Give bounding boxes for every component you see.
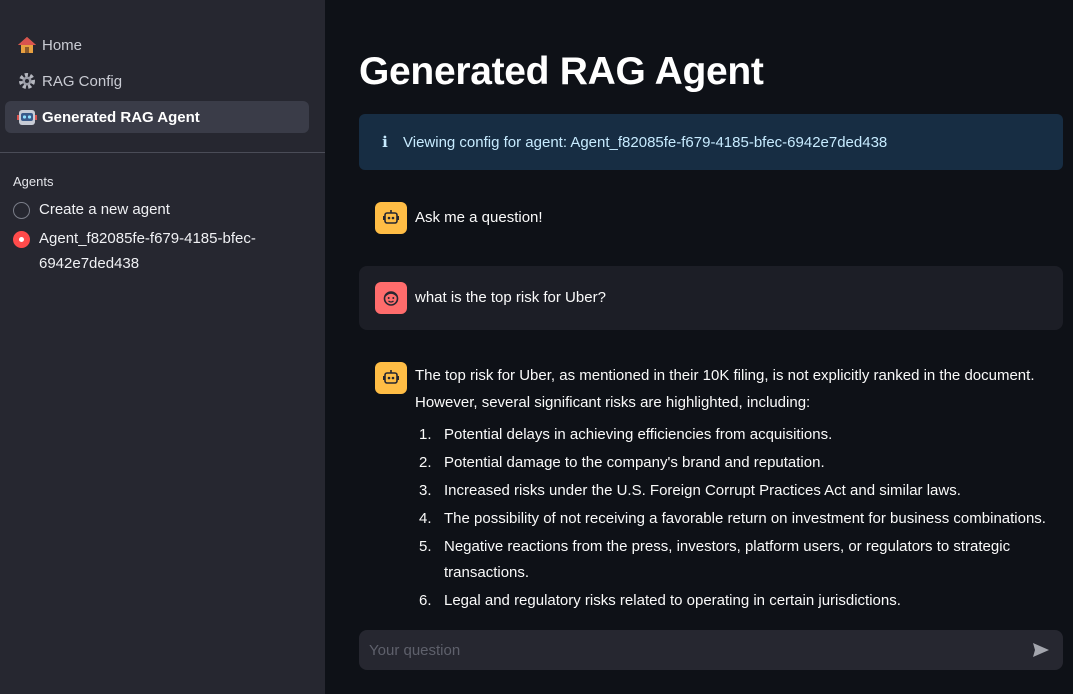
list-item: 4. The possibility of not receiving a fav…	[415, 506, 1047, 532]
question-input[interactable]	[369, 641, 1029, 659]
bot-avatar-icon	[375, 202, 407, 234]
list-item: 6. Legal and regulatory risks related to …	[415, 588, 1047, 614]
send-icon[interactable]	[1029, 638, 1053, 662]
radio-button[interactable]	[13, 202, 30, 219]
info-alert: ℹ Viewing config for agent: Agent_f82085…	[359, 114, 1063, 170]
list-item: 3. Increased risks under the U.S. Foreign…	[415, 478, 1047, 504]
nav-item-rag-config[interactable]: RAG Config	[5, 65, 309, 97]
list-number: 4.	[419, 510, 432, 527]
gear-icon	[16, 70, 38, 92]
radio-label: Agent_f82085fe-f679-4185-bfec-6942e7ded4…	[39, 230, 256, 272]
list-text: Legal and regulatory risks related to op…	[444, 592, 901, 609]
list-number: 5.	[419, 538, 432, 555]
list-text: Negative reactions from the press, inves…	[444, 538, 1011, 581]
list-text: The possibility of not receiving a favor…	[444, 510, 1046, 527]
sidebar: Home RAG Config Generated RAG Agent Agen…	[0, 0, 325, 694]
nav-label-rag-config: RAG Config	[42, 72, 123, 90]
main-content: Generated RAG Agent ℹ Viewing config for…	[359, 0, 1063, 694]
list-item: 2. Potential damage to the company's bran…	[415, 450, 1047, 476]
sidebar-nav: Home RAG Config Generated RAG Agent	[0, 0, 325, 133]
answer-body: The top risk for Uber, as mentioned in t…	[415, 362, 1047, 609]
info-text: Viewing config for agent: Agent_f82085fe…	[403, 133, 888, 151]
list-item: 5. Negative reactions from the press, inv…	[415, 534, 1047, 586]
chat-input-bar	[359, 630, 1063, 670]
sidebar-divider	[0, 152, 325, 153]
info-icon: ℹ	[382, 134, 388, 151]
chat-message-assistant: Ask me a question!	[359, 186, 1063, 250]
list-number: 3.	[419, 482, 432, 499]
answer-intro: The top risk for Uber, as mentioned in t…	[415, 367, 1035, 411]
robot-icon	[16, 106, 38, 128]
list-text: Potential delays in achieving efficienci…	[444, 426, 833, 443]
bot-avatar-icon	[375, 362, 407, 394]
chat-message-assistant-answer: The top risk for Uber, as mentioned in t…	[359, 346, 1063, 614]
house-icon	[16, 34, 38, 56]
radio-option-agent[interactable]: Agent_f82085fe-f679-4185-bfec-6942e7ded4…	[13, 230, 313, 276]
list-text: Increased risks under the U.S. Foreign C…	[444, 482, 961, 499]
list-number: 1.	[419, 426, 432, 443]
nav-item-generated-rag-agent[interactable]: Generated RAG Agent	[5, 101, 309, 133]
list-item: 1. Potential delays in achieving efficien…	[415, 422, 1047, 448]
page-title: Generated RAG Agent	[359, 50, 764, 93]
agents-label: Agents	[13, 174, 54, 189]
radio-option-create-new-agent[interactable]: Create a new agent	[13, 201, 313, 222]
chat-message-user: what is the top risk for Uber?	[359, 266, 1063, 330]
radio-label: Create a new agent	[39, 201, 170, 218]
list-number: 2.	[419, 454, 432, 471]
nav-label-home: Home	[42, 36, 83, 54]
nav-item-home[interactable]: Home	[5, 29, 309, 61]
message-text: Ask me a question!	[415, 209, 543, 226]
nav-label-generated-rag-agent: Generated RAG Agent	[42, 108, 200, 126]
list-text: Potential damage to the company's brand …	[444, 454, 825, 471]
list-number: 6.	[419, 592, 432, 609]
radio-button-selected[interactable]	[13, 231, 30, 248]
agents-radio-group: Agents Create a new agent Agent_f82085fe…	[13, 174, 313, 284]
message-text: what is the top risk for Uber?	[415, 289, 606, 306]
risk-list: 1. Potential delays in achieving efficien…	[415, 422, 1047, 614]
user-avatar-icon	[375, 282, 407, 314]
